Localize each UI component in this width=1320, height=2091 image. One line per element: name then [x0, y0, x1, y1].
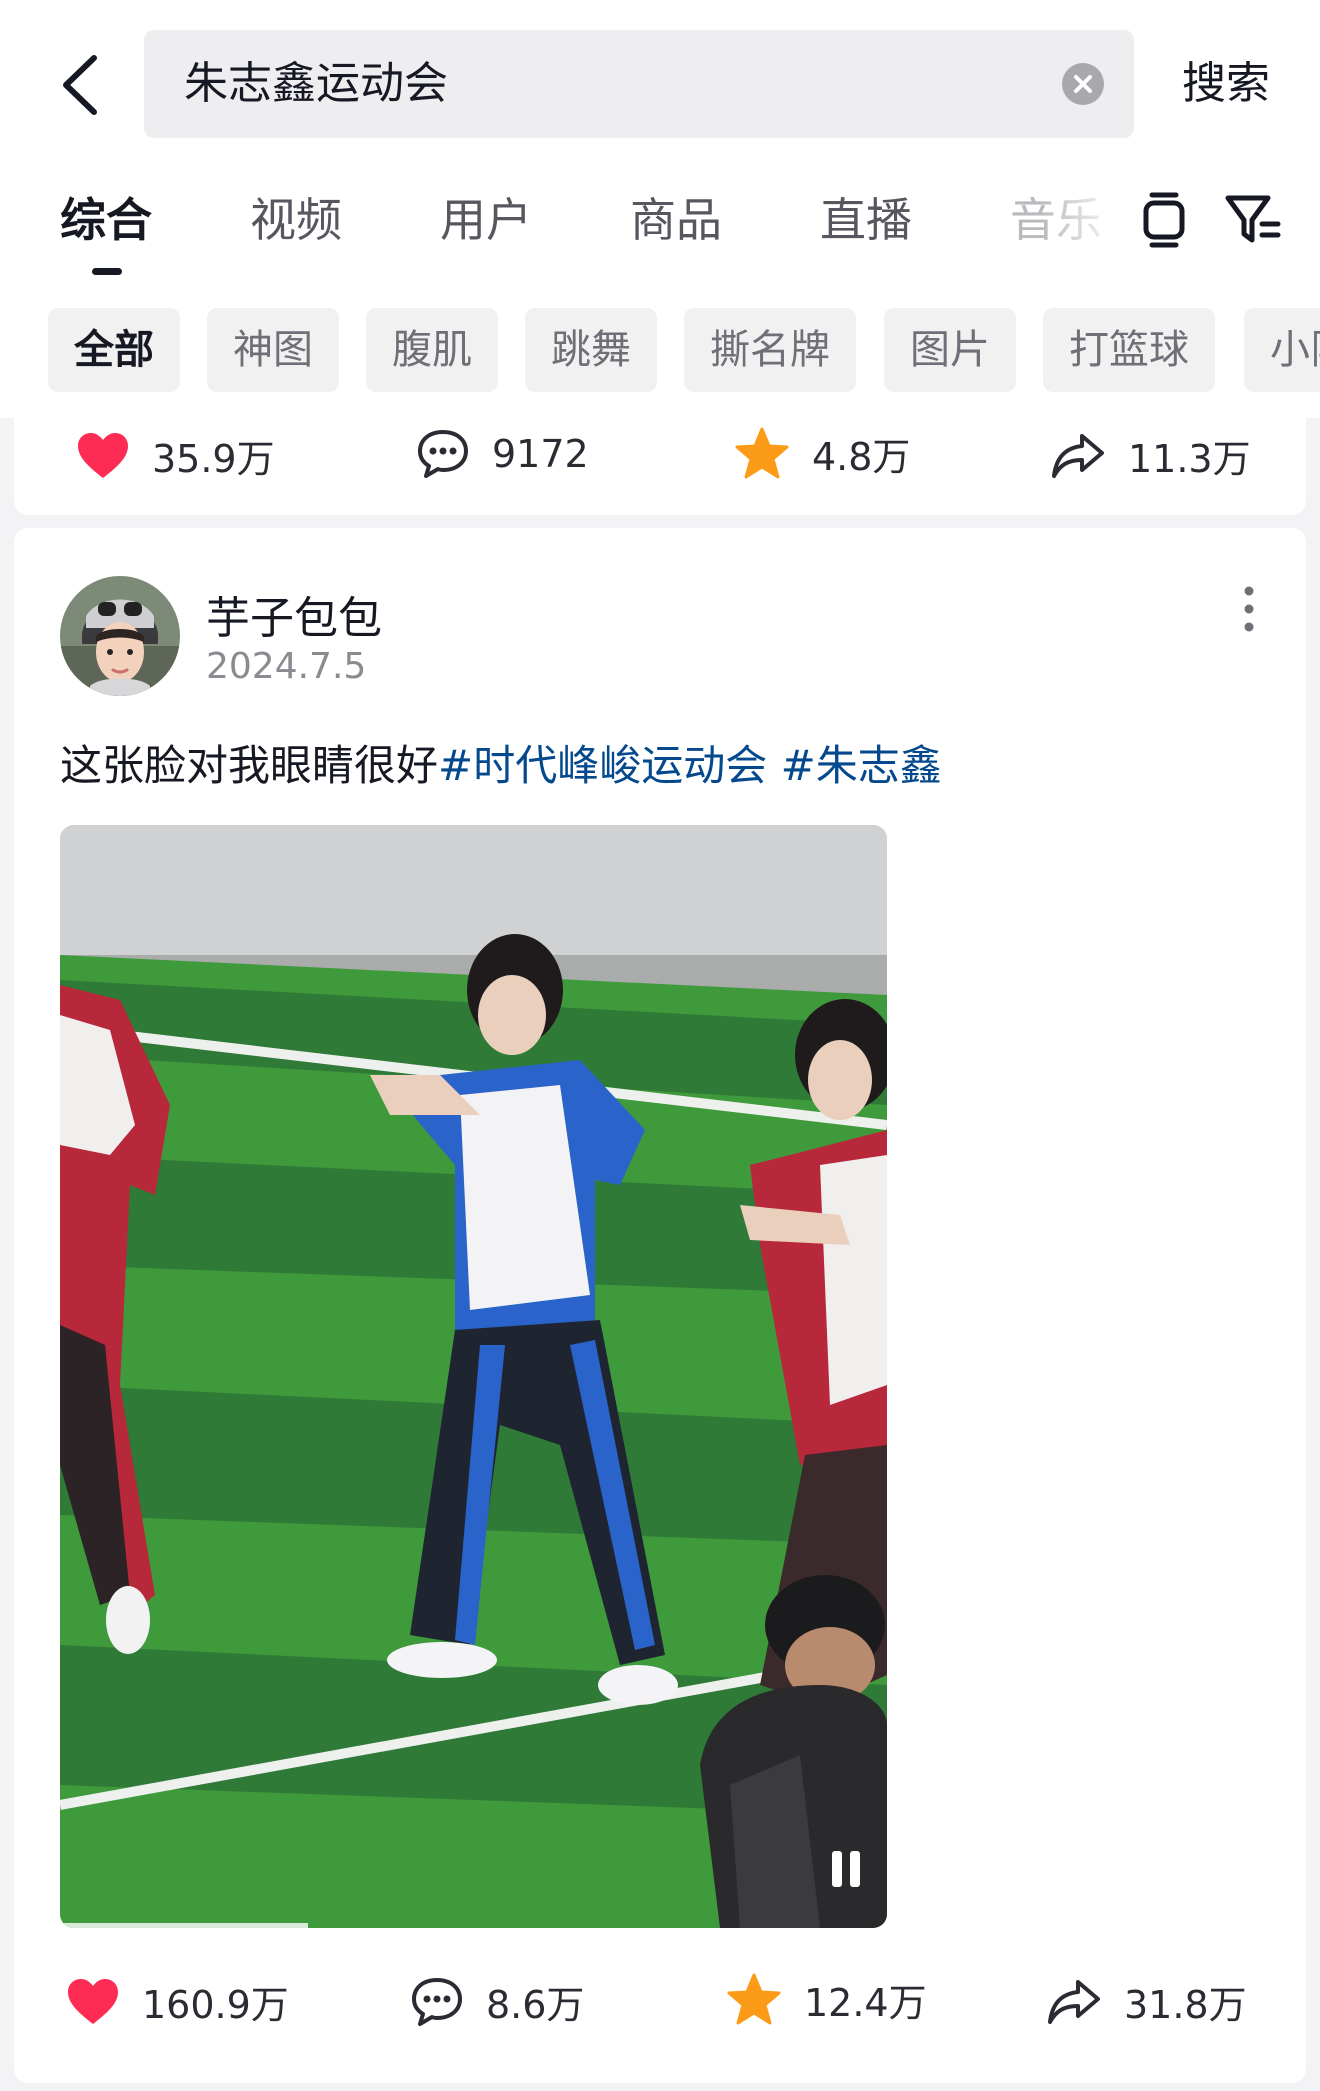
filter-chips: 全部 神图 腹肌 跳舞 撕名牌 图片 打篮球 小队 [0, 290, 1320, 418]
favorite-button[interactable]: 4.8万 [734, 426, 910, 481]
back-arrow-icon [63, 55, 97, 115]
tab-comprehensive[interactable]: 综合 [60, 184, 152, 250]
tab-video[interactable]: 视频 [250, 184, 342, 250]
post-date: 2024.7.5 [206, 646, 367, 687]
chip-name-tag[interactable]: 撕名牌 [684, 308, 856, 392]
pause-icon [832, 1851, 860, 1887]
clear-icon [1074, 75, 1092, 93]
hashtag-link-spacer [767, 741, 780, 790]
video-frame [60, 825, 887, 1928]
like-count: 160.9万 [142, 1983, 289, 2027]
share-count: 31.8万 [1124, 1983, 1247, 2027]
share-icon [1052, 433, 1104, 478]
pause-button[interactable] [822, 1845, 870, 1893]
comment-button[interactable]: 9172 [416, 428, 589, 480]
share-button[interactable]: 31.8万 [1046, 1974, 1247, 2029]
search-input[interactable]: 朱志鑫运动会 [144, 30, 1134, 138]
chip-basketball[interactable]: 打篮球 [1043, 308, 1215, 392]
watch-button[interactable] [1136, 190, 1192, 250]
share-count: 11.3万 [1128, 437, 1251, 481]
search-button[interactable]: 搜索 [1182, 30, 1270, 138]
video-player[interactable] [60, 825, 887, 1928]
tabs-fade-overlay [1040, 160, 1140, 290]
tab-products[interactable]: 商品 [630, 184, 722, 250]
top-bar: 朱志鑫运动会 搜索 [0, 0, 1320, 160]
comment-count: 8.6万 [486, 1983, 585, 2027]
caption-text: 这张脸对我眼睛很好 [60, 741, 439, 790]
favorite-button[interactable]: 12.4万 [726, 1972, 927, 2027]
post-stats: 160.9万 8.6万 12.4万 31.8万 [14, 1968, 1306, 2048]
author-name[interactable]: 芋子包包 [206, 582, 382, 646]
chip-all[interactable]: 全部 [48, 308, 180, 392]
comment-icon [412, 1977, 462, 2026]
hashtag-link[interactable]: #朱志鑫 [781, 741, 942, 790]
filter-icon [1225, 195, 1281, 243]
star-icon [727, 1973, 781, 2024]
hashtag-link[interactable]: #时代峰峻运动会 [438, 741, 767, 790]
chip-team[interactable]: 小队 [1244, 308, 1320, 392]
heart-icon [68, 1978, 118, 2024]
like-button[interactable]: 35.9万 [76, 428, 275, 483]
avatar[interactable] [60, 576, 180, 696]
chip-shentu[interactable]: 神图 [207, 308, 339, 392]
more-options-button[interactable] [1236, 582, 1262, 640]
watch-icon [1143, 192, 1185, 248]
chip-abs[interactable]: 腹肌 [366, 308, 498, 392]
favorite-count: 4.8万 [812, 435, 911, 479]
back-button[interactable] [52, 52, 112, 118]
comment-icon [418, 430, 468, 478]
clear-search-button[interactable] [1062, 63, 1104, 105]
active-tab-indicator [92, 268, 122, 275]
share-button[interactable]: 11.3万 [1050, 428, 1251, 483]
star-icon [735, 427, 789, 478]
more-icon [1244, 586, 1254, 632]
result-card: 芋子包包 2024.7.5 这张脸对我眼睛很好#时代峰峻运动会 #朱志鑫 160… [14, 528, 1306, 2083]
like-count: 35.9万 [152, 437, 275, 481]
chip-images[interactable]: 图片 [884, 308, 1016, 392]
heart-icon [78, 432, 128, 478]
comment-count: 9172 [492, 432, 589, 476]
post-caption: 这张脸对我眼睛很好#时代峰峻运动会 #朱志鑫 [60, 732, 942, 793]
comment-button[interactable]: 8.6万 [410, 1974, 584, 2029]
filter-button[interactable] [1222, 190, 1286, 250]
like-button[interactable]: 160.9万 [66, 1974, 289, 2029]
tab-users[interactable]: 用户 [440, 184, 532, 250]
video-progress-bar[interactable] [60, 1923, 309, 1928]
search-query[interactable]: 朱志鑫运动会 [184, 30, 448, 138]
favorite-count: 12.4万 [804, 1981, 927, 2025]
result-tabs: 综合 视频 用户 商品 直播 音乐 [0, 160, 1320, 290]
chip-dance[interactable]: 跳舞 [525, 308, 657, 392]
tab-live[interactable]: 直播 [820, 184, 912, 250]
share-icon [1048, 1979, 1100, 2024]
result-card-previous: 35.9万 9172 4.8万 11.3万 [14, 418, 1306, 515]
